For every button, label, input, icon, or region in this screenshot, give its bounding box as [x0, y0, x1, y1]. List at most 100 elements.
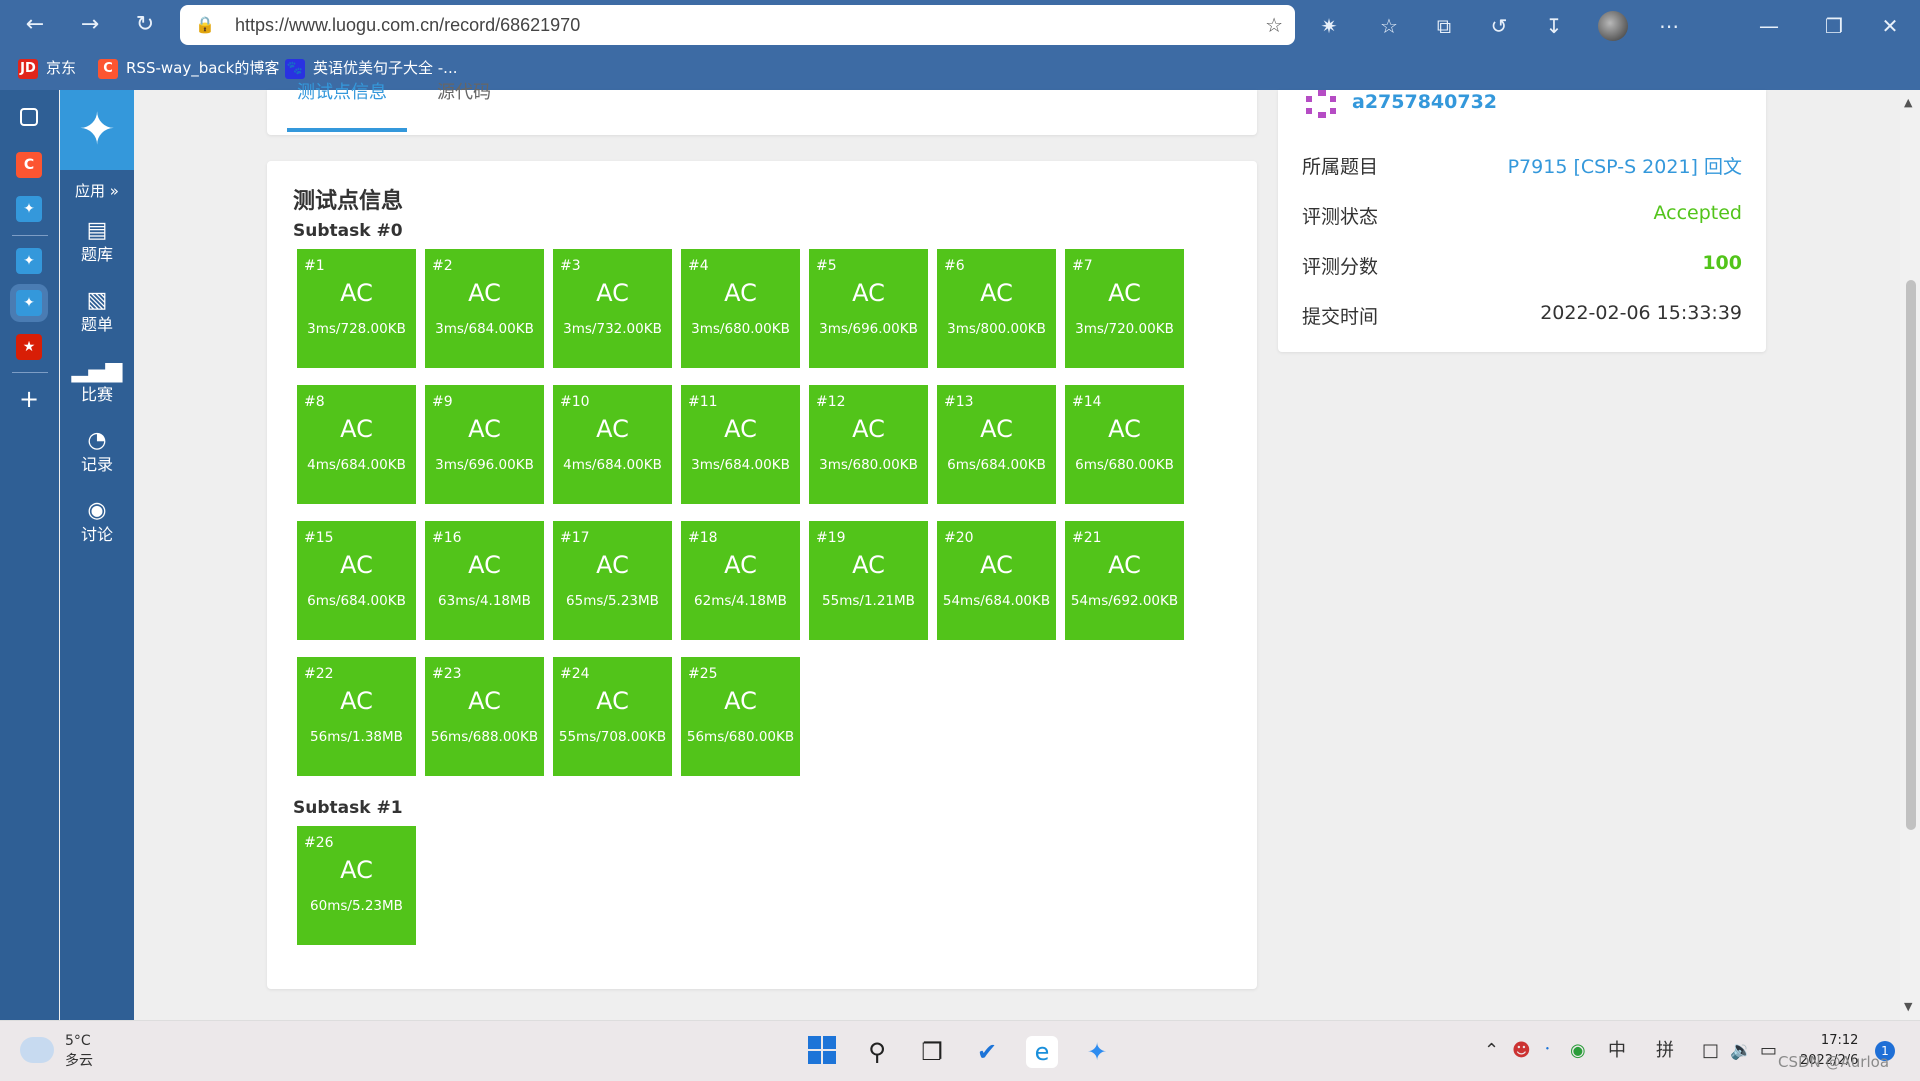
- testcase-number: #17: [560, 530, 590, 546]
- luogu-active-tab-icon[interactable]: ✦: [16, 290, 42, 316]
- extensions-icon[interactable]: ✷: [1315, 12, 1343, 40]
- history-icon[interactable]: ↺: [1485, 12, 1513, 40]
- url-text[interactable]: https://www.luogu.com.cn/record/68621970: [235, 5, 580, 45]
- start-icon[interactable]: [806, 1036, 838, 1068]
- tab-actions-icon[interactable]: [20, 108, 38, 126]
- cloud-icon[interactable]: [20, 1037, 54, 1063]
- task-view-icon[interactable]: ❐: [916, 1036, 948, 1068]
- testcase-box[interactable]: #6 AC 3ms/800.00KB: [937, 249, 1056, 368]
- more-icon[interactable]: ⋯: [1655, 12, 1683, 40]
- pie-chart-icon: ◔: [87, 428, 107, 453]
- apps-menu[interactable]: 应用 »: [60, 180, 134, 201]
- weather-widget[interactable]: 5°C 多云: [65, 1031, 93, 1071]
- new-tab-icon[interactable]: +: [16, 386, 42, 412]
- edge-icon[interactable]: e: [1026, 1036, 1058, 1068]
- ime-mode[interactable]: 拼: [1656, 1039, 1674, 1063]
- testcase-box[interactable]: #25 AC 56ms/680.00KB: [681, 657, 800, 776]
- testcase-box[interactable]: #12 AC 3ms/680.00KB: [809, 385, 928, 504]
- testcase-box[interactable]: #4 AC 3ms/680.00KB: [681, 249, 800, 368]
- testcase-box[interactable]: #11 AC 3ms/684.00KB: [681, 385, 800, 504]
- testcase-box[interactable]: #17 AC 65ms/5.23MB: [553, 521, 672, 640]
- network-icon[interactable]: □: [1702, 1039, 1719, 1063]
- testcase-box[interactable]: #1 AC 3ms/728.00KB: [297, 249, 416, 368]
- testcase-resource: 56ms/688.00KB: [430, 729, 539, 745]
- taskbar: 5°C 多云 ⚲ ❐ ✔ e ✦ ⌃ ☻ ᛫ ◉ 中 拼 □ 🔉 ▭ 17:12…: [0, 1020, 1920, 1081]
- user-avatar[interactable]: [1302, 90, 1342, 118]
- testcase-box[interactable]: #15 AC 6ms/684.00KB: [297, 521, 416, 640]
- testcase-box[interactable]: #10 AC 4ms/684.00KB: [553, 385, 672, 504]
- testcase-resource: 56ms/1.38MB: [310, 729, 403, 745]
- csdn-tab-icon[interactable]: C: [16, 152, 42, 178]
- volume-icon[interactable]: 🔉: [1730, 1039, 1752, 1063]
- testcase-box[interactable]: #26 AC 60ms/5.23MB: [297, 826, 416, 945]
- scroll-down-icon[interactable]: ▼: [1904, 1000, 1912, 1013]
- nav-contests[interactable]: ▂▄▆ 比赛: [60, 358, 134, 406]
- problem-link[interactable]: P7915 [CSP-S 2021] 回文: [1508, 152, 1742, 179]
- todo-icon[interactable]: ✔: [971, 1036, 1003, 1068]
- record-info: a2757840732 所属题目 P7915 [CSP-S 2021] 回文 评…: [1278, 90, 1766, 352]
- search-icon[interactable]: ⚲: [861, 1036, 893, 1068]
- red-tab-icon[interactable]: ★: [16, 334, 42, 360]
- feishu-icon[interactable]: ✦: [1081, 1036, 1113, 1068]
- favorites-icon[interactable]: ☆: [1375, 12, 1403, 40]
- testcase-box[interactable]: #7 AC 3ms/720.00KB: [1065, 249, 1184, 368]
- forward-icon[interactable]: →: [75, 10, 105, 40]
- luogu-tab-icon[interactable]: ✦: [16, 248, 42, 274]
- downloads-icon[interactable]: ↧: [1540, 12, 1568, 40]
- submit-time-value: 2022-02-06 15:33:39: [1540, 302, 1742, 324]
- testcase-box[interactable]: #9 AC 3ms/696.00KB: [425, 385, 544, 504]
- testcase-number: #25: [688, 666, 718, 682]
- collections-icon[interactable]: ⧉: [1430, 12, 1458, 40]
- testcase-box[interactable]: #24 AC 55ms/708.00KB: [553, 657, 672, 776]
- testcase-box[interactable]: #3 AC 3ms/732.00KB: [553, 249, 672, 368]
- profile-avatar[interactable]: [1598, 11, 1628, 41]
- testcase-number: #8: [304, 394, 325, 410]
- bluetooth-icon[interactable]: ᛫: [1542, 1039, 1553, 1063]
- page-scrollbar[interactable]: ▲ ▼: [1900, 90, 1920, 1020]
- address-bar[interactable]: 🔒 https://www.luogu.com.cn/record/686219…: [180, 5, 1295, 45]
- luogu-logo[interactable]: ✦: [60, 90, 134, 170]
- testcase-box[interactable]: #20 AC 54ms/684.00KB: [937, 521, 1056, 640]
- add-favorite-icon[interactable]: ☆: [1265, 14, 1283, 36]
- nav-problems[interactable]: ▤ 题库: [60, 218, 134, 266]
- restore-icon[interactable]: ❐: [1820, 12, 1848, 40]
- testcase-box[interactable]: #5 AC 3ms/696.00KB: [809, 249, 928, 368]
- testcase-box[interactable]: #23 AC 56ms/688.00KB: [425, 657, 544, 776]
- testcase-box[interactable]: #21 AC 54ms/692.00KB: [1065, 521, 1184, 640]
- info-row-problem: 所属题目 P7915 [CSP-S 2021] 回文: [1302, 152, 1742, 182]
- testcase-status: AC: [340, 279, 373, 307]
- username-link[interactable]: a2757840732: [1352, 90, 1497, 114]
- bookmark-csdn[interactable]: C RSS-way_back的博客: [98, 50, 279, 86]
- testcase-status: AC: [596, 279, 629, 307]
- testcase-box[interactable]: #16 AC 63ms/4.18MB: [425, 521, 544, 640]
- scroll-thumb[interactable]: [1906, 280, 1916, 830]
- testcase-box[interactable]: #8 AC 4ms/684.00KB: [297, 385, 416, 504]
- tab-testcases[interactable]: 测试点信息: [297, 80, 387, 106]
- refresh-icon[interactable]: ↻: [130, 10, 160, 40]
- testcase-box[interactable]: #13 AC 6ms/684.00KB: [937, 385, 1056, 504]
- scroll-up-icon[interactable]: ▲: [1904, 96, 1912, 109]
- battery-icon[interactable]: ▭: [1760, 1039, 1777, 1063]
- testcase-resource: 3ms/732.00KB: [563, 321, 662, 337]
- testcase-box[interactable]: #19 AC 55ms/1.21MB: [809, 521, 928, 640]
- nav-records[interactable]: ◔ 记录: [60, 428, 134, 476]
- lock-icon: 🔒: [195, 15, 215, 34]
- testcase-status: AC: [852, 279, 885, 307]
- qq-icon[interactable]: ☻: [1512, 1039, 1531, 1063]
- chat-icon: ◉: [87, 498, 107, 523]
- close-icon[interactable]: ✕: [1876, 12, 1904, 40]
- tab-source-code[interactable]: 源代码: [437, 80, 491, 106]
- nav-problem-lists[interactable]: ▧ 题单: [60, 288, 134, 336]
- show-hidden-icon[interactable]: ⌃: [1484, 1039, 1499, 1063]
- testcase-box[interactable]: #18 AC 62ms/4.18MB: [681, 521, 800, 640]
- bookmark-jd[interactable]: JD 京东: [18, 50, 76, 86]
- app-tray-icon[interactable]: ◉: [1570, 1039, 1586, 1063]
- testcase-box[interactable]: #2 AC 3ms/684.00KB: [425, 249, 544, 368]
- testcase-box[interactable]: #22 AC 56ms/1.38MB: [297, 657, 416, 776]
- testcase-box[interactable]: #14 AC 6ms/680.00KB: [1065, 385, 1184, 504]
- ime-lang[interactable]: 中: [1608, 1039, 1626, 1063]
- luogu-tab-icon[interactable]: ✦: [16, 196, 42, 222]
- minimize-icon[interactable]: —: [1755, 12, 1783, 40]
- back-icon[interactable]: ←: [20, 10, 50, 40]
- nav-discuss[interactable]: ◉ 讨论: [60, 498, 134, 546]
